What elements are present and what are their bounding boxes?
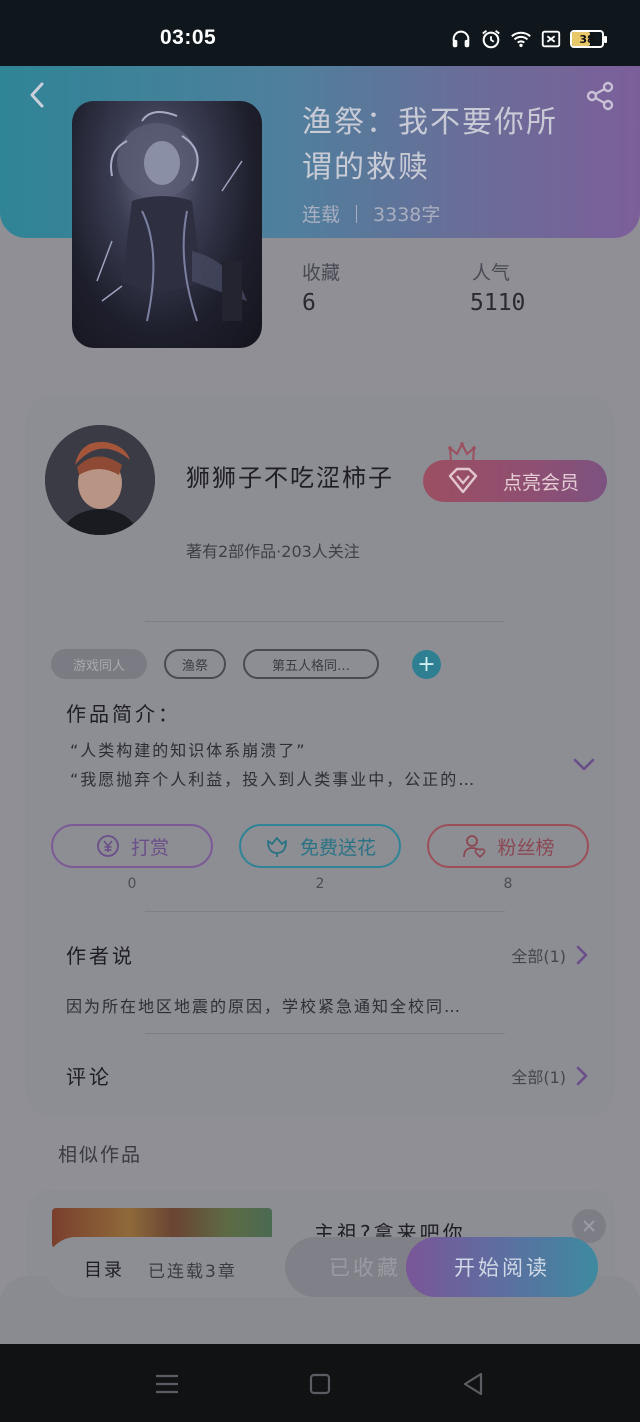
popularity-value: 5110 xyxy=(470,290,526,316)
status-time: 03:05 xyxy=(160,26,217,49)
chevron-left-icon[interactable] xyxy=(24,80,52,110)
chevron-right-icon xyxy=(576,945,588,965)
wifi-icon xyxy=(511,31,531,48)
author-name[interactable]: 狮狮子不吃涩柿子 xyxy=(186,458,394,493)
book-meta: 连载 3338字 xyxy=(302,200,440,227)
send-flower-label: 免费送花 xyxy=(299,836,376,859)
tip-button-label: 打赏 xyxy=(130,836,169,859)
back-icon[interactable] xyxy=(459,1370,487,1398)
author-says-text[interactable]: 因为所在地区地震的原因，学校紧急通知全校同… xyxy=(66,993,462,1017)
divider xyxy=(145,1033,505,1034)
add-tag-button[interactable]: + xyxy=(412,650,441,679)
popularity-label: 人气 xyxy=(472,262,511,284)
comments-title: 评论 xyxy=(66,1065,112,1089)
flower-icon xyxy=(267,837,287,857)
meta-divider xyxy=(356,204,358,223)
author-says-title: 作者说 xyxy=(66,944,135,968)
battery-icon: 38 xyxy=(570,30,607,48)
flower-count: 2 xyxy=(315,876,325,892)
intro-line-1: “人类构建的知识体系崩溃了” xyxy=(70,741,307,760)
fan-user-icon xyxy=(463,835,486,859)
diamond-icon xyxy=(448,467,478,494)
home-icon[interactable] xyxy=(306,1370,334,1398)
chevron-right-icon xyxy=(576,1066,588,1086)
word-count: 3338字 xyxy=(373,204,441,226)
similar-works-title: 相似作品 xyxy=(58,1144,143,1166)
intro-title: 作品简介： xyxy=(66,702,181,726)
tip-count: 0 xyxy=(127,876,137,892)
fan-count: 8 xyxy=(503,876,513,892)
alarm-icon xyxy=(482,30,500,49)
comments-more[interactable]: 全部(1) xyxy=(511,1064,588,1088)
chevron-down-icon[interactable] xyxy=(572,757,596,773)
tip-button[interactable]: 打赏 xyxy=(51,824,213,868)
menu-icon[interactable] xyxy=(153,1370,181,1398)
send-flower-button[interactable]: 免费送花 xyxy=(239,824,401,868)
yen-icon xyxy=(97,835,119,857)
share-icon[interactable] xyxy=(584,80,616,112)
status-icons: 38 xyxy=(450,28,607,50)
fan-ranking-label: 粉丝榜 xyxy=(497,836,555,859)
book-title: 渔祭：我不要你所谓的救赎 xyxy=(302,105,558,185)
author-says-more-label: 全部(1) xyxy=(511,947,566,966)
collected-button-label: 已收藏 xyxy=(329,1256,401,1280)
tag-yuji[interactable]: 渔祭 xyxy=(164,649,226,679)
chapters-count[interactable]: 已连载3章 xyxy=(148,1257,237,1282)
vip-button-label: 点亮会员 xyxy=(502,471,579,494)
avatar-photo xyxy=(45,425,155,535)
divider xyxy=(145,621,505,622)
catalog-button[interactable]: 目录 xyxy=(84,1256,124,1282)
sim-off-icon xyxy=(541,30,561,48)
tag-game-fanfic[interactable]: 游戏同人 xyxy=(51,649,147,679)
favorites-label: 收藏 xyxy=(302,262,341,284)
author-says-more[interactable]: 全部(1) xyxy=(511,943,588,967)
serial-status: 连载 xyxy=(302,204,341,226)
divider xyxy=(145,911,505,912)
cover-art xyxy=(96,111,247,322)
start-reading-label: 开始阅读 xyxy=(454,1256,550,1280)
intro-line-2: “我愿抛弃个人利益，投入到人类事业中，公正的… xyxy=(70,770,477,789)
author-stats: 著有2部作品·203人关注 xyxy=(186,542,360,561)
fan-ranking-button[interactable]: 粉丝榜 xyxy=(427,824,589,868)
tag-identity-v[interactable]: 第五人格同… xyxy=(243,649,379,679)
start-reading-button[interactable]: 开始阅读 xyxy=(406,1237,598,1297)
battery-level: 38 xyxy=(579,32,595,46)
headphones-icon xyxy=(452,30,470,48)
status-bar: 03:05 38 xyxy=(0,0,640,66)
favorites-value: 6 xyxy=(302,290,316,316)
comments-more-label: 全部(1) xyxy=(511,1068,566,1087)
book-cover[interactable] xyxy=(72,101,262,348)
avatar[interactable] xyxy=(45,425,155,535)
